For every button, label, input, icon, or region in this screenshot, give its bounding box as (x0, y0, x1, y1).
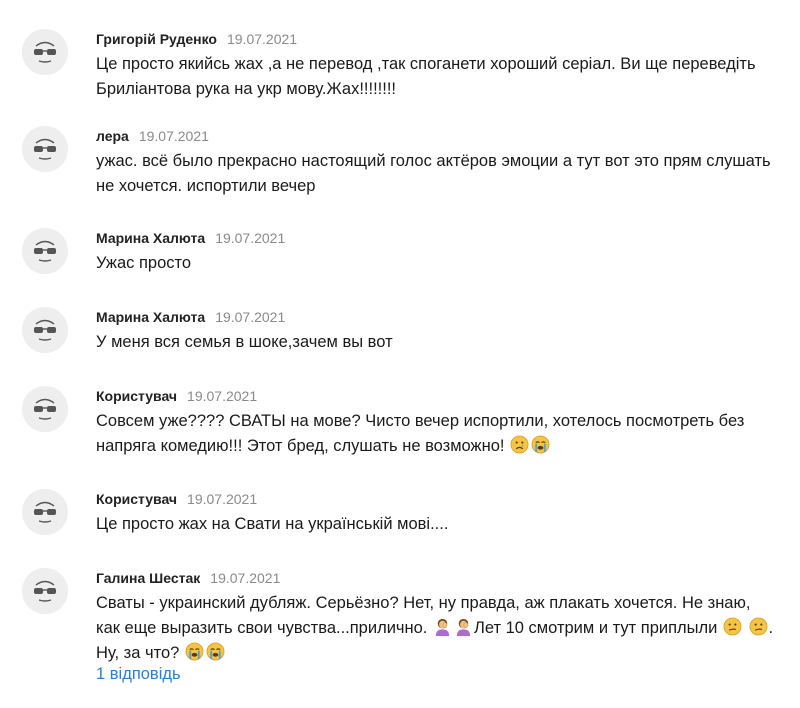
avatar-sunglasses-icon (22, 29, 68, 75)
confused-face-icon (723, 617, 742, 636)
comment-text: Ужас просто (96, 254, 192, 272)
comment-meta: Користувач 19.07.2021 (96, 489, 257, 509)
comment-text: Совсем уже???? СВАТЫ на мове? Чисто вече… (96, 409, 776, 459)
comment-text: Це просто якийсь жах ,а не перевод ,так … (96, 55, 756, 98)
comment-author: Галина Шестак (96, 570, 201, 586)
comment-author: лера (96, 128, 129, 144)
comment-date: 19.07.2021 (226, 31, 298, 47)
confused-face-icon (749, 617, 768, 636)
comment-author: Користувач (96, 388, 178, 404)
comment-meta: Користувач 19.07.2021 (96, 386, 257, 406)
person-facepalming-icon (433, 617, 452, 636)
crying-face-icon (510, 435, 529, 454)
loudly-crying-face-icon (206, 642, 225, 661)
comment-author: Марина Халюта (96, 230, 206, 246)
comment-author: Користувач (96, 491, 178, 507)
comment-text: Сваты - украинский дубляж. Серьёзно? Нет… (96, 591, 776, 666)
comment-text-part: Лет 10 смотрим и тут приплыли (474, 619, 718, 637)
comment-meta: Марина Халюта 19.07.2021 (96, 307, 285, 327)
avatar-sunglasses-icon (22, 228, 68, 274)
comment-author: Григорій Руденко (96, 31, 217, 47)
comment-meta: Григорій Руденко 19.07.2021 (96, 29, 297, 49)
avatar-sunglasses-icon (22, 386, 68, 432)
comment-author: Марина Халюта (96, 309, 206, 325)
comment-text-body: Совсем уже???? СВАТЫ на мове? Чисто вече… (96, 412, 745, 455)
avatar-sunglasses-icon (22, 568, 68, 614)
comment-date: 19.07.2021 (215, 309, 286, 325)
comment-meta: лера 19.07.2021 (96, 126, 209, 146)
comment-text: Це просто жах на Свати на українській мо… (96, 515, 449, 533)
comment-meta: Марина Халюта 19.07.2021 (96, 228, 285, 248)
comment-date: 19.07.2021 (215, 230, 286, 246)
comment-text: У меня вся семья в шоке,зачем вы вот (96, 333, 393, 351)
comment-date: 19.07.2021 (210, 570, 281, 586)
avatar-sunglasses-icon (22, 126, 68, 172)
comment-date: 19.07.2021 (138, 128, 209, 144)
loudly-crying-face-icon (185, 642, 204, 661)
loudly-crying-face-icon (531, 435, 550, 454)
comment-meta: Галина Шестак 19.07.2021 (96, 568, 280, 588)
avatar-sunglasses-icon (22, 307, 68, 353)
comment-text: ужас. всё было прекрасно настоящий голос… (96, 152, 771, 195)
replies-link[interactable]: 1 відповідь (96, 663, 181, 685)
comment-date: 19.07.2021 (187, 491, 258, 507)
comment-date: 19.07.2021 (187, 388, 258, 404)
person-facepalming-icon (454, 617, 473, 636)
avatar-sunglasses-icon (22, 489, 68, 535)
